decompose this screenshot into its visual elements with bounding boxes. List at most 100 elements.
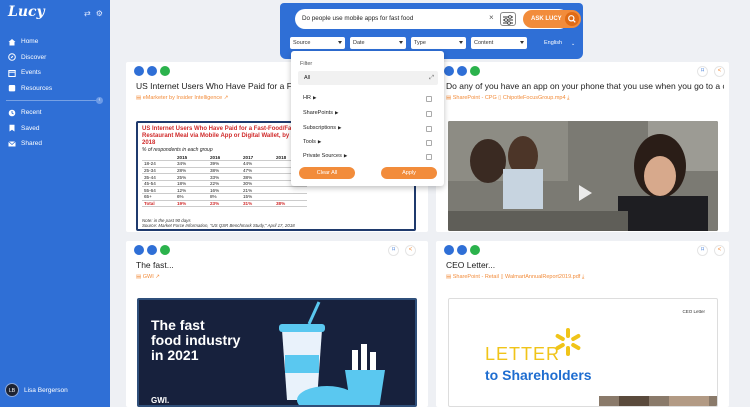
letter-thumbnail[interactable]: CEO Letter LETTER to Shareholders: [448, 298, 718, 407]
thumbs-up-icon[interactable]: [134, 66, 144, 76]
sidebar-divider: [6, 100, 98, 101]
expand-icon[interactable]: ⤢: [429, 71, 434, 85]
sidebar-item-events[interactable]: Events: [8, 65, 104, 81]
switch-icon[interactable]: ⇄: [84, 9, 91, 18]
table-cell: Total: [142, 200, 175, 208]
relevance-icon[interactable]: [470, 66, 480, 76]
external-link-icon: ↗: [222, 95, 229, 101]
sidebar-item-discover[interactable]: Discover: [8, 50, 104, 66]
ask-lucy-label: ASK LUCY: [531, 16, 562, 22]
thumbs-down-icon[interactable]: [147, 245, 157, 255]
card-source[interactable]: ▤ SharePoint - CPG ▯ ChipotleFocusGroup.…: [446, 95, 570, 102]
card-title[interactable]: CEO Letter...: [446, 260, 495, 270]
table-cell: 23%: [208, 200, 241, 208]
filter-row-tools[interactable]: Tools ▶: [303, 139, 321, 145]
card-title[interactable]: The fast...: [136, 260, 174, 270]
card-source[interactable]: ▤ eMarketer by Insider Intelligence ↗: [136, 95, 228, 101]
clear-all-button[interactable]: Clear All: [299, 167, 355, 179]
table-cell: 19%: [175, 200, 208, 208]
thumbs-down-icon[interactable]: [147, 66, 157, 76]
search-input[interactable]: Do people use mobile apps for fast food …: [295, 9, 581, 29]
sidebar-item-recent[interactable]: Recent: [8, 105, 104, 121]
filter-row-subscriptions[interactable]: Subscriptions ▶: [303, 125, 342, 131]
apply-button[interactable]: Apply: [381, 167, 437, 179]
filter-toggle-button[interactable]: [500, 12, 516, 26]
thumbs-down-icon[interactable]: [457, 245, 467, 255]
table-header: [142, 154, 175, 162]
filter-checkbox-sharepoints[interactable]: [426, 111, 432, 117]
chart-table: 2015 2016 2017 2018 18-24 34% 39% 44% 25-34…: [142, 154, 307, 208]
card-source[interactable]: ▤ SharePoint - Retail ▯ WalmartAnnualRep…: [446, 274, 584, 281]
thumbs-down-icon[interactable]: [457, 66, 467, 76]
result-card[interactable]: ⌑ < Do any of you have an app on your ph…: [436, 62, 729, 232]
sidebar-item-home[interactable]: Home: [8, 34, 104, 50]
table-cell: [274, 193, 307, 201]
language-select[interactable]: English: [544, 40, 562, 46]
relevance-icon[interactable]: [470, 245, 480, 255]
filter-row-private-sources[interactable]: Private Sources ▶: [303, 153, 347, 159]
table-row: 35-44 25% 33% 38%: [142, 173, 307, 181]
ask-lucy-button[interactable]: ASK LUCY: [523, 10, 581, 28]
filter-selects: Source Date Type Content: [290, 37, 532, 49]
sidebar-item-saved[interactable]: Saved: [8, 121, 104, 137]
result-card[interactable]: ⌑ < CEO Letter... ▤ SharePoint - Retail …: [436, 241, 729, 407]
chevron-down-icon[interactable]: ⌄: [571, 41, 575, 47]
sidebar-item-shared[interactable]: Shared: [8, 136, 104, 152]
filter-checkbox-private-sources[interactable]: [426, 154, 432, 160]
gwi-line-1: The fast: [151, 318, 205, 333]
result-card[interactable]: ⌑ < The fast... ▤ GWI ↗ The fast food in…: [126, 241, 428, 407]
relevance-icon[interactable]: [160, 66, 170, 76]
caret-right-icon: ▶: [343, 153, 348, 158]
share-icon[interactable]: <: [714, 245, 725, 256]
filter-all-option[interactable]: All ⤢: [298, 71, 438, 85]
sidebar-item-label: Shared: [21, 140, 42, 148]
source-select[interactable]: Source: [290, 37, 345, 49]
user-profile[interactable]: LB Lisa Bergerson: [5, 383, 68, 397]
content-select[interactable]: Content: [471, 37, 527, 49]
table-row: 25-34 28% 38% 47%: [142, 167, 307, 175]
app-logo[interactable]: Lucy: [8, 4, 45, 20]
bookmark-icon[interactable]: ⌑: [697, 66, 708, 77]
filter-row-hr[interactable]: HR ▶: [303, 95, 316, 101]
bookmark-icon[interactable]: ⌑: [697, 245, 708, 256]
filter-checkbox-hr[interactable]: [426, 96, 432, 102]
filter-checkbox-tools[interactable]: [426, 140, 432, 146]
bookmark-icon[interactable]: ⌑: [388, 245, 399, 256]
clear-search-button[interactable]: ×: [489, 13, 494, 22]
filter-checkbox-subscriptions[interactable]: [426, 126, 432, 132]
share-icon[interactable]: <: [714, 66, 725, 77]
external-link-icon: ↗: [153, 274, 160, 280]
thumbs-up-icon[interactable]: [444, 66, 454, 76]
search-query[interactable]: Do people use mobile apps for fast food: [302, 15, 413, 22]
play-icon[interactable]: [579, 185, 592, 201]
share-icon[interactable]: <: [405, 245, 416, 256]
gear-icon[interactable]: ⚙: [96, 9, 103, 18]
sharepoint-icon: ▤: [446, 95, 453, 101]
relevance-icon[interactable]: [160, 245, 170, 255]
table-cell: 45-54: [142, 180, 175, 188]
sidebar-item-resources[interactable]: Resources: [8, 81, 104, 97]
filter-row-sharepoints[interactable]: SharePoints ▶: [303, 110, 338, 116]
source-icon: ▤: [136, 95, 143, 101]
table-cell: 33%: [208, 173, 241, 181]
thumbs-up-icon[interactable]: [444, 245, 454, 255]
table-cell: [274, 186, 307, 195]
thumbs-up-icon[interactable]: [134, 245, 144, 255]
card-title[interactable]: Do any of you have an app on your phone …: [446, 81, 724, 91]
card-title[interactable]: US Internet Users Who Have Paid for a Fa…: [136, 81, 298, 91]
resources-icon: [8, 84, 16, 92]
filter-row-label: HR: [303, 95, 311, 101]
card-source[interactable]: ▤ GWI ↗: [136, 274, 160, 280]
date-select[interactable]: Date: [350, 37, 406, 49]
sidebar-item-label: Home: [21, 38, 39, 46]
video-thumbnail[interactable]: [448, 121, 718, 231]
search-icon: [565, 12, 579, 26]
type-select[interactable]: Type: [411, 37, 466, 49]
caret-right-icon: ▶: [312, 95, 317, 100]
collapse-sidebar-button[interactable]: ‹: [96, 97, 103, 104]
sliders-icon: [503, 15, 513, 25]
chart-subtitle: % of respondents in each group: [142, 147, 213, 153]
gwi-thumbnail[interactable]: The fast food industry in 2021 GWI.: [137, 298, 417, 407]
avatar[interactable]: LB: [5, 383, 19, 397]
gwi-logo: GWI.: [151, 396, 170, 405]
